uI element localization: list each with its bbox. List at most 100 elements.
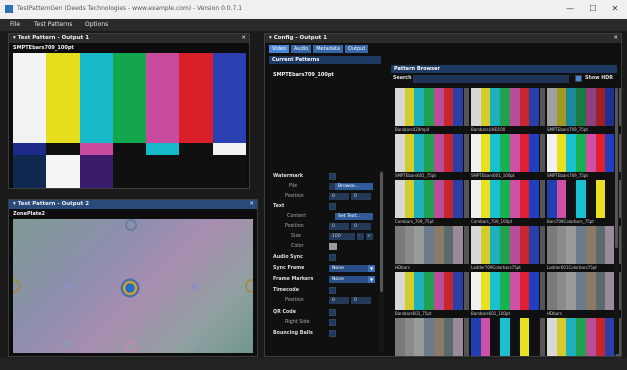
- pattern-thumbnail[interactable]: [395, 272, 464, 310]
- thumbnail-bar: [576, 180, 586, 218]
- search-input[interactable]: [413, 75, 569, 83]
- thumbnail-bar: [566, 134, 577, 172]
- text-color-swatch[interactable]: [329, 243, 337, 250]
- pattern-thumbnail[interactable]: [547, 180, 616, 218]
- close-window-button[interactable]: ✕: [605, 3, 625, 15]
- size-increment-button[interactable]: +: [366, 233, 373, 240]
- pattern-thumbnail[interactable]: [547, 88, 616, 126]
- pattern-thumbnail[interactable]: [395, 88, 464, 126]
- thumbnail-bar: [595, 134, 606, 172]
- label-file: File: [289, 184, 298, 189]
- sync-frame-dropdown[interactable]: None ▼: [329, 265, 375, 272]
- browser-scroll-thumb[interactable]: [615, 88, 618, 248]
- menu-test-patterns[interactable]: Test Patterns: [34, 21, 72, 28]
- timecode-checkbox[interactable]: [329, 287, 336, 294]
- maximize-button[interactable]: ☐: [583, 3, 603, 15]
- current-pattern-name[interactable]: SMPTEbars709_100pt: [273, 72, 334, 78]
- watermark-position-x[interactable]: 0: [329, 193, 349, 200]
- thumbnail-bar: [424, 88, 434, 126]
- thumbnail-bar: [490, 134, 501, 172]
- thumbnail-bar: [529, 88, 540, 126]
- set-text-button[interactable]: Set Text...: [335, 213, 373, 220]
- bar-mid-6: [212, 143, 246, 155]
- frame-markers-dropdown[interactable]: None ▼: [329, 276, 375, 283]
- thumbnail-bar: [433, 226, 444, 264]
- timecode-position-x[interactable]: 0: [329, 297, 349, 304]
- show-hdr-checkbox[interactable]: [575, 75, 582, 82]
- color-bars-bottom: [13, 155, 246, 188]
- pattern-thumbnail[interactable]: [471, 134, 540, 172]
- panel-title[interactable]: ▾ Config - Output 1 ✕: [265, 34, 621, 43]
- thumbnail-bar: [414, 134, 425, 172]
- pattern-thumbnail[interactable]: [547, 272, 616, 310]
- bouncing-balls-checkbox[interactable]: [329, 330, 336, 337]
- close-icon[interactable]: ✕: [613, 34, 618, 43]
- minimize-button[interactable]: —: [560, 3, 580, 15]
- size-decrement-button[interactable]: -: [357, 233, 364, 240]
- thumbnail-bar: [480, 88, 491, 126]
- pattern-thumbnail[interactable]: [395, 226, 464, 264]
- thumbnail-bar: [585, 134, 596, 172]
- thumbnail-bar: [519, 318, 530, 356]
- watermark-checkbox[interactable]: [329, 173, 336, 180]
- size-input[interactable]: 100: [329, 233, 355, 240]
- thumbnail-bar: [595, 88, 606, 126]
- thumbnail-bar: [471, 180, 481, 218]
- test-pattern-output-1-panel: ▾ Test Pattern - Output 1 ✕ SMPTEbars709…: [8, 33, 250, 189]
- text-position-y[interactable]: 0: [351, 223, 371, 230]
- right-side-checkbox[interactable]: [329, 319, 336, 326]
- properties-scrollbar[interactable]: [379, 170, 384, 352]
- text-checkbox[interactable]: [329, 203, 336, 210]
- properties-scroll-thumb[interactable]: [380, 172, 383, 292]
- thumbnail-bar: [453, 318, 464, 356]
- browse-button[interactable]: Browse...: [335, 183, 373, 190]
- thumbnail-bar: [509, 318, 520, 356]
- tab-video[interactable]: Video: [269, 45, 290, 53]
- thumbnail-bar: [443, 272, 454, 310]
- pattern-thumbnail[interactable]: [395, 180, 464, 218]
- pattern-thumbnail[interactable]: [395, 318, 464, 356]
- thumbnail-bar: [404, 134, 415, 172]
- zone-plate-pattern: [13, 219, 253, 353]
- thumbnail-side-strip: [540, 226, 545, 264]
- thumbnail-label: BarsbarsUHD100: [471, 127, 506, 132]
- close-icon[interactable]: ✕: [241, 34, 246, 43]
- thumbnail-bar: [547, 180, 557, 218]
- pattern-thumbnail[interactable]: [471, 318, 540, 356]
- thumbnail-bar: [414, 88, 425, 126]
- bar-top-0: [13, 53, 47, 143]
- timecode-position-y[interactable]: 0: [351, 297, 371, 304]
- tab-audio[interactable]: Audio: [291, 45, 312, 53]
- bar-bottom-2: [79, 155, 113, 188]
- pattern-thumbnail[interactable]: [471, 180, 540, 218]
- thumbnail-label: Bars709Colorbars_75pt: [547, 219, 594, 224]
- thumbnail-bar: [480, 272, 491, 310]
- watermark-position-y[interactable]: 0: [351, 193, 371, 200]
- qr-code-checkbox[interactable]: [329, 309, 336, 316]
- pattern-thumbnail[interactable]: [547, 226, 616, 264]
- tab-metadata[interactable]: Metadata: [313, 45, 343, 53]
- panel-title[interactable]: ▾ Test Pattern - Output 1 ✕: [9, 34, 249, 43]
- config-tabs: Video Audio Metadata Output: [269, 45, 369, 53]
- thumbnail-bar: [585, 180, 596, 218]
- thumbnail-bar: [509, 180, 520, 218]
- pattern-thumbnail[interactable]: [471, 88, 540, 126]
- thumbnail-label: SMPTEbars709_75pt: [547, 173, 588, 178]
- panel-title[interactable]: ▾ Test Pattern - Output 2 ✕: [9, 200, 257, 209]
- pattern-thumbnail[interactable]: [471, 226, 540, 264]
- pattern-thumbnail[interactable]: [395, 134, 464, 172]
- close-icon[interactable]: ✕: [249, 200, 254, 209]
- thumbnail-bar: [500, 318, 510, 356]
- menu-options[interactable]: Options: [85, 21, 108, 28]
- menu-file[interactable]: File: [10, 21, 20, 28]
- browser-scrollbar[interactable]: [614, 86, 619, 354]
- thumbnail-bar: [566, 272, 577, 310]
- pattern-thumbnail[interactable]: [471, 272, 540, 310]
- thumbnail-bar: [547, 226, 557, 264]
- audio-sync-checkbox[interactable]: [329, 254, 336, 261]
- thumbnail-bar: [566, 88, 577, 126]
- pattern-thumbnail[interactable]: [547, 318, 616, 356]
- text-position-x[interactable]: 0: [329, 223, 349, 230]
- tab-output[interactable]: Output: [344, 45, 369, 53]
- pattern-thumbnail[interactable]: [547, 134, 616, 172]
